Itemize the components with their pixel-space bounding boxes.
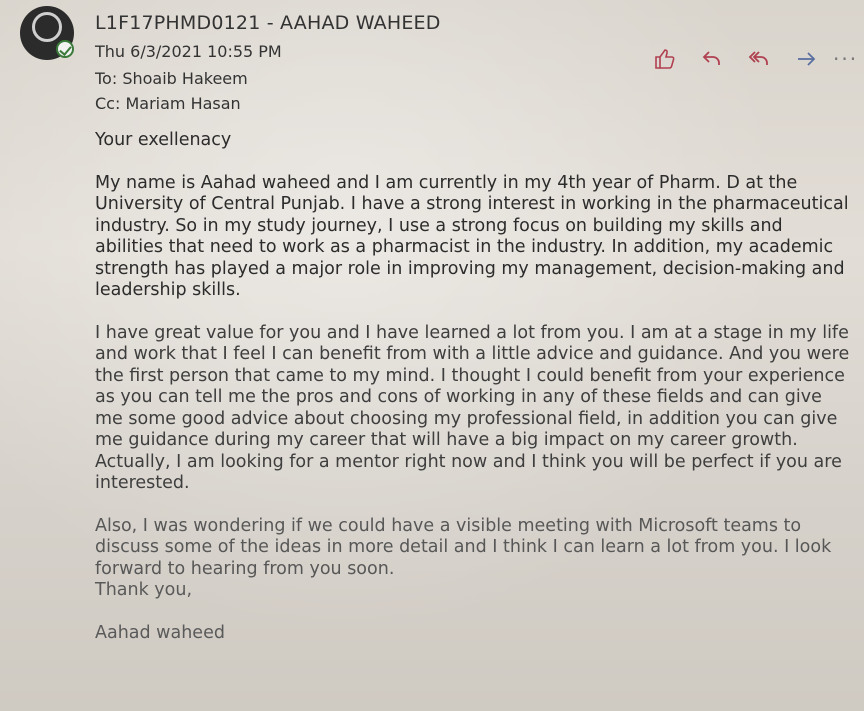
greeting: Your exellenacy xyxy=(95,130,232,150)
forward-button[interactable] xyxy=(786,42,826,76)
closing: Thank you, xyxy=(95,580,193,600)
email-reading-pane: L1F17PHMD0121 - AAHAD WAHEED Thu 6/3/202… xyxy=(0,0,864,711)
more-options-button[interactable]: ··· xyxy=(833,47,858,71)
cc-recipient[interactable]: Mariam Hasan xyxy=(125,94,240,113)
to-recipient[interactable]: Shoaib Hakeem xyxy=(122,69,247,88)
like-button[interactable] xyxy=(645,42,685,76)
reply-all-icon xyxy=(748,51,768,65)
presence-available-icon xyxy=(56,40,74,58)
reply-all-button[interactable] xyxy=(739,42,779,76)
to-label: To: xyxy=(95,69,118,88)
reply-button[interactable] xyxy=(692,42,732,76)
thumbs-up-icon xyxy=(655,49,675,69)
message-header: L1F17PHMD0121 - AAHAD WAHEED Thu 6/3/202… xyxy=(95,12,441,113)
reply-icon xyxy=(702,51,720,65)
cc-label: Cc: xyxy=(95,94,121,113)
message-body: Your exellenacy My name is Aahad waheed … xyxy=(95,130,855,665)
paragraph-3: Also, I was wondering if we could have a… xyxy=(95,515,832,579)
to-line: To: Shoaib Hakeem xyxy=(95,69,441,88)
paragraph-2: I have great value for you and I have le… xyxy=(95,322,850,494)
paragraph-1: My name is Aahad waheed and I am current… xyxy=(95,172,849,301)
message-actions: ··· xyxy=(645,42,858,76)
flower-icon xyxy=(32,12,62,42)
sent-date: Thu 6/3/2021 10:55 PM xyxy=(95,42,282,61)
forward-icon xyxy=(798,52,816,66)
cc-line: Cc: Mariam Hasan xyxy=(95,94,441,113)
sender-name[interactable]: L1F17PHMD0121 - AAHAD WAHEED xyxy=(95,12,441,34)
signature: Aahad waheed xyxy=(95,622,225,643)
